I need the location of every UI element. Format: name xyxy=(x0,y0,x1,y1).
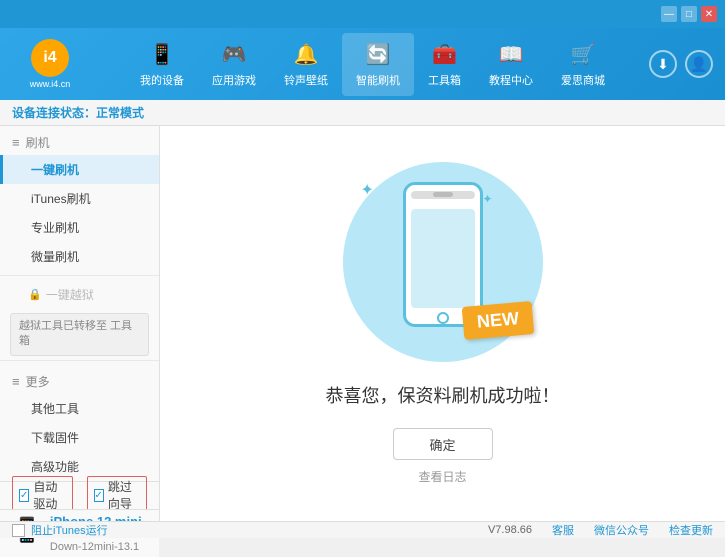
left-panel: ≡ 刷机 一键刷机 iTunes刷机 专业刷机 微量刷机 🔒 一键越狱 越狱工具… xyxy=(0,126,160,521)
sidebar-item-lowpower[interactable]: 微量刷机 xyxy=(0,242,159,271)
toolbox-icon: 🧰 xyxy=(431,41,459,69)
skip-guide-label: 跳过向导 xyxy=(108,478,140,512)
header: i4 www.i4.cn 📱 我的设备 🎮 应用游戏 🔔 铃声壁纸 🔄 智能刷机… xyxy=(0,28,725,100)
confirm-button[interactable]: 确定 xyxy=(393,428,493,460)
main-wrapper: 设备连接状态： 正常模式 ≡ 刷机 一键刷机 iTunes刷机 专业刷机 微量刷… xyxy=(0,100,725,523)
sidebar-notice: 越狱工具已转移至 工具箱 xyxy=(10,313,149,356)
mydevice-label: 我的设备 xyxy=(140,72,184,88)
minimize-button[interactable]: — xyxy=(661,6,677,22)
status-label: 设备连接状态： xyxy=(12,104,96,121)
title-bar: — □ ✕ xyxy=(0,0,725,28)
ringtone-label: 铃声壁纸 xyxy=(284,72,328,88)
tutorial-icon: 📖 xyxy=(497,41,525,69)
download-button[interactable]: ⬇ xyxy=(649,50,677,78)
more-section-icon: ≡ xyxy=(12,374,20,389)
close-button[interactable]: ✕ xyxy=(701,6,717,22)
sidebar-item-othertool[interactable]: 其他工具 xyxy=(0,394,159,423)
sparkles-icon-2: ✦ xyxy=(483,192,493,206)
tutorial-label: 教程中心 xyxy=(489,72,533,88)
sidebar-item-pro[interactable]: 专业刷机 xyxy=(0,213,159,242)
new-badge: NEW xyxy=(461,301,534,340)
sidebar-item-itunes[interactable]: iTunes刷机 xyxy=(0,184,159,213)
nav-mydevice[interactable]: 📱 我的设备 xyxy=(126,33,198,96)
smartflash-icon: 🔄 xyxy=(364,41,392,69)
sidebar-divider-1 xyxy=(0,275,159,276)
logo: i4 www.i4.cn xyxy=(0,39,100,89)
toolbox-label: 工具箱 xyxy=(428,72,461,88)
flash-section-icon: ≡ xyxy=(12,135,20,150)
lock-icon: 🔒 xyxy=(28,288,42,301)
header-right: ⬇ 👤 xyxy=(645,50,725,78)
nav-appgame[interactable]: 🎮 应用游戏 xyxy=(198,33,270,96)
nav: 📱 我的设备 🎮 应用游戏 🔔 铃声壁纸 🔄 智能刷机 🧰 工具箱 📖 教程中心… xyxy=(100,33,645,96)
store-icon: 🛒 xyxy=(569,41,597,69)
footer: 阻止iTunes运行 V7.98.66 客服 微信公众号 检查更新 xyxy=(0,521,725,538)
jailbreak-label: 一键越狱 xyxy=(46,286,94,303)
appgame-icon: 🎮 xyxy=(220,41,248,69)
flash-section-header: ≡ 刷机 xyxy=(0,126,159,155)
smartflash-label: 智能刷机 xyxy=(356,72,400,88)
flash-section-label: 刷机 xyxy=(26,134,50,151)
logo-icon: i4 xyxy=(31,39,69,77)
sidebar-item-jailbreak: 🔒 一键越狱 xyxy=(0,280,159,309)
status-value: 正常模式 xyxy=(96,104,144,121)
ringtone-icon: 🔔 xyxy=(292,41,320,69)
sidebar-item-onekey[interactable]: 一键刷机 xyxy=(0,155,159,184)
sidebar-divider-2 xyxy=(0,360,159,361)
maximize-button[interactable]: □ xyxy=(681,6,697,22)
phone-home-button xyxy=(437,312,449,324)
nav-smartflash[interactable]: 🔄 智能刷机 xyxy=(342,33,414,96)
footer-left: 阻止iTunes运行 xyxy=(12,522,468,538)
success-text: 恭喜您，保资料刷机成功啦！ xyxy=(326,382,560,408)
nav-ringtone[interactable]: 🔔 铃声壁纸 xyxy=(270,33,342,96)
user-button[interactable]: 👤 xyxy=(685,50,713,78)
phone-illustration: ✦ ✦ ✦ NEW xyxy=(343,162,543,362)
nav-toolbox[interactable]: 🧰 工具箱 xyxy=(414,33,475,96)
sidebar: ≡ 刷机 一键刷机 iTunes刷机 专业刷机 微量刷机 🔒 一键越狱 越狱工具… xyxy=(0,126,160,481)
skip-guide-check-icon: ✓ xyxy=(94,489,104,502)
footer-service[interactable]: 客服 xyxy=(552,522,574,538)
sidebar-item-download[interactable]: 下载固件 xyxy=(0,423,159,452)
view-log-link[interactable]: 查看日志 xyxy=(418,468,466,485)
store-label: 爱思商城 xyxy=(561,72,605,88)
nav-tutorial[interactable]: 📖 教程中心 xyxy=(475,33,547,96)
phone-screen xyxy=(411,209,475,308)
content-area: ✦ ✦ ✦ NEW 恭喜您，保资料刷机成功啦！ 确定 查看日志 xyxy=(160,126,725,521)
sparkles-icon: ✦ xyxy=(361,180,374,200)
phone-body xyxy=(403,182,483,327)
stop-itunes-checkbox[interactable] xyxy=(12,524,25,537)
auto-drive-check-icon: ✓ xyxy=(19,489,29,502)
footer-version: V7.98.66 xyxy=(488,524,532,536)
auto-drive-label: 自动驱动 xyxy=(33,478,65,512)
appgame-label: 应用游戏 xyxy=(212,72,256,88)
logo-subtitle: www.i4.cn xyxy=(30,79,71,89)
device-model: Down-12mini-13.1 xyxy=(50,541,147,553)
footer-wechat[interactable]: 微信公众号 xyxy=(594,522,649,538)
stop-itunes-label[interactable]: 阻止iTunes运行 xyxy=(31,522,108,538)
nav-store[interactable]: 🛒 爱思商城 xyxy=(547,33,619,96)
more-section-header: ≡ 更多 xyxy=(0,365,159,394)
bottom-checkboxes: ✓ 自动驱动 ✓ 跳过向导 xyxy=(0,481,159,509)
mydevice-icon: 📱 xyxy=(148,41,176,69)
status-bar: 设备连接状态： 正常模式 xyxy=(0,100,725,126)
footer-update[interactable]: 检查更新 xyxy=(669,522,713,538)
more-section-label: 更多 xyxy=(26,373,50,390)
main: ≡ 刷机 一键刷机 iTunes刷机 专业刷机 微量刷机 🔒 一键越狱 越狱工具… xyxy=(0,126,725,521)
